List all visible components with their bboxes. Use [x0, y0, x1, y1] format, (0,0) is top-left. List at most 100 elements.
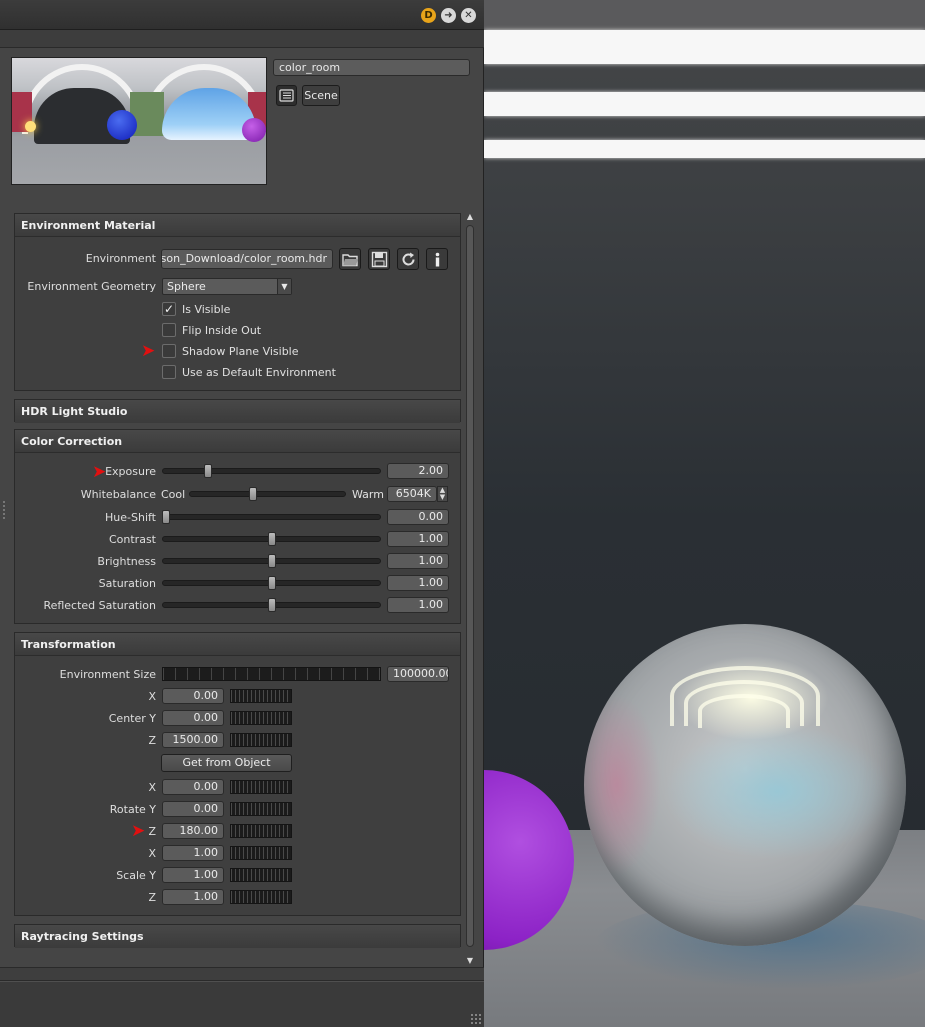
rotate-z-jog-wheel[interactable] [230, 824, 292, 838]
scrollbar-thumb[interactable] [466, 225, 474, 947]
saturation-label: Saturation [98, 577, 156, 590]
whitebalance-slider-handle[interactable] [248, 487, 257, 501]
saturation-value-field[interactable]: 1.00 [387, 575, 449, 591]
exposure-slider[interactable] [162, 468, 381, 474]
scale-z-field[interactable]: 1.00 [162, 889, 224, 905]
section-header-transformation[interactable]: Transformation [15, 633, 460, 656]
brightness-value-field[interactable]: 1.00 [387, 553, 449, 569]
forward-arrow-icon[interactable]: ➜ [441, 8, 456, 23]
scroll-down-icon[interactable]: ▼ [465, 957, 475, 965]
section-header-raytracing-settings[interactable]: Raytracing Settings [15, 925, 460, 948]
geometry-selected-value: Sphere [167, 280, 206, 293]
scale-z-label: Z [148, 891, 156, 904]
section-header-environment-material[interactable]: Environment Material [15, 214, 460, 237]
shadow-plane-visible-label: Shadow Plane Visible [182, 345, 299, 358]
light-strip [484, 140, 925, 158]
exposure-label: Exposure [105, 465, 156, 478]
resize-corner-icon[interactable] [470, 1013, 482, 1025]
panel-footer-strip [0, 967, 484, 981]
center-z-label: Z [148, 734, 156, 747]
rotate-y-field[interactable]: 0.00 [162, 801, 224, 817]
hue-shift-slider-handle[interactable] [162, 510, 170, 524]
chevron-down-icon: ▼ [277, 279, 291, 294]
scroll-up-icon[interactable]: ▲ [465, 213, 475, 221]
section-header-color-correction[interactable]: Color Correction [15, 430, 460, 453]
brightness-slider-handle[interactable] [267, 554, 276, 568]
saturation-slider-handle[interactable] [267, 576, 276, 590]
rotate-z-label: Z [148, 825, 156, 838]
close-icon[interactable]: ✕ [461, 8, 476, 23]
reload-icon[interactable] [397, 248, 419, 270]
center-x-jog-wheel[interactable] [230, 689, 292, 703]
contrast-value-field[interactable]: 1.00 [387, 531, 449, 547]
environment-preview-thumbnail[interactable] [11, 57, 267, 185]
environment-geometry-dropdown[interactable]: Sphere ▼ [162, 278, 292, 295]
section-environment-material: Environment Material [14, 213, 461, 391]
environment-path-field[interactable]: /Lesson_Download/color_room.hdr [161, 249, 333, 269]
rotate-y-jog-wheel[interactable] [230, 802, 292, 816]
section-header-hdr-light-studio[interactable]: HDR Light Studio [15, 400, 460, 423]
center-x-label: X [148, 690, 156, 703]
center-x-field[interactable]: 0.00 [162, 688, 224, 704]
light-strip [484, 30, 925, 64]
center-y-jog-wheel[interactable] [230, 711, 292, 725]
scale-z-jog-wheel[interactable] [230, 890, 292, 904]
reflected-saturation-label: Reflected Saturation [43, 599, 156, 612]
scale-y-jog-wheel[interactable] [230, 868, 292, 882]
annotation-arrow-icon: ➤ [141, 341, 156, 361]
environment-geometry-label: Environment Geometry [27, 280, 156, 293]
scale-x-label: X [148, 847, 156, 860]
reflected-saturation-value-field[interactable]: 1.00 [387, 597, 449, 613]
contrast-label: Contrast [108, 533, 156, 546]
panel-scrollbar[interactable]: ▲ ▼ [465, 213, 475, 965]
contrast-slider-handle[interactable] [267, 532, 276, 546]
shadow-plane-visible-checkbox[interactable] [162, 344, 176, 358]
scene-button[interactable]: Scene [302, 85, 340, 106]
panel-bottom-bar [0, 981, 484, 1027]
whitebalance-label: Whitebalance [80, 488, 156, 501]
flip-inside-out-checkbox[interactable] [162, 323, 176, 337]
rotate-y-label: Rotate Y [109, 803, 156, 816]
is-visible-checkbox[interactable]: ✓ [162, 302, 176, 316]
exposure-value-field[interactable]: 2.00 [387, 463, 449, 479]
whitebalance-slider[interactable] [189, 491, 346, 497]
hue-shift-value-field[interactable]: 0.00 [387, 509, 449, 525]
center-y-label: Center Y [108, 712, 156, 725]
preview-purple-ball [242, 118, 266, 142]
section-color-correction: Color Correction [14, 429, 461, 624]
section-raytracing-settings: Raytracing Settings [14, 924, 461, 948]
scale-x-jog-wheel[interactable] [230, 846, 292, 860]
save-disk-icon[interactable] [368, 248, 390, 270]
preview-blue-ball [107, 110, 137, 140]
light-strip [484, 92, 925, 116]
open-folder-icon[interactable] [339, 248, 361, 270]
hue-shift-slider[interactable] [162, 514, 381, 520]
preview-lamp [25, 121, 36, 132]
use-as-default-environment-checkbox[interactable] [162, 365, 176, 379]
reflected-saturation-slider-handle[interactable] [267, 598, 276, 612]
flip-inside-out-label: Flip Inside Out [182, 324, 262, 337]
hue-shift-label: Hue-Shift [105, 511, 156, 524]
info-icon[interactable] [426, 248, 448, 270]
exposure-slider-handle[interactable] [204, 464, 213, 478]
center-z-field[interactable]: 1500.00 [162, 732, 224, 748]
rotate-x-field[interactable]: 0.00 [162, 779, 224, 795]
environment-label: Environment [85, 252, 156, 265]
panel-resize-grip[interactable] [2, 500, 6, 520]
whitebalance-spinner-icon[interactable]: ▲ ▼ [437, 486, 448, 502]
center-y-field[interactable]: 0.00 [162, 710, 224, 726]
get-from-object-button[interactable]: Get from Object [161, 754, 292, 772]
material-name-input[interactable]: color_room [273, 59, 470, 76]
scale-y-field[interactable]: 1.00 [162, 867, 224, 883]
viewport-ceiling [484, 0, 925, 30]
scene-graph-icon[interactable] [276, 85, 297, 106]
whitebalance-value-field[interactable]: 6504K [387, 486, 437, 502]
render-viewport[interactable] [484, 0, 925, 1027]
rotate-x-jog-wheel[interactable] [230, 780, 292, 794]
scale-x-field[interactable]: 1.00 [162, 845, 224, 861]
environment-size-value-field[interactable]: 100000.00 [387, 666, 449, 682]
rotate-z-field[interactable]: 180.00 [162, 823, 224, 839]
environment-size-jog-wheel[interactable] [162, 667, 381, 681]
dock-icon[interactable]: D [421, 8, 436, 23]
center-z-jog-wheel[interactable] [230, 733, 292, 747]
